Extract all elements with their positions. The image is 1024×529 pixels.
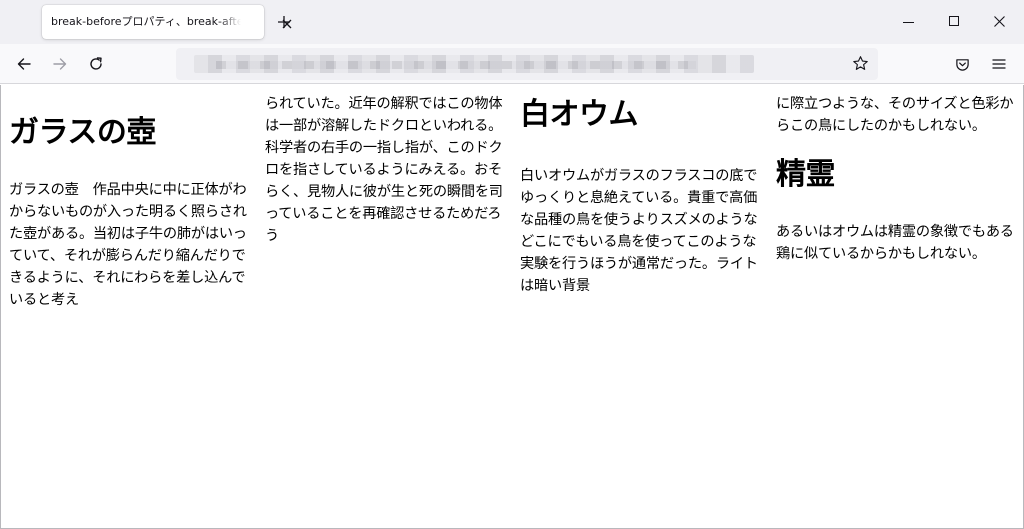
paragraph-white-cockatoo-continued: に際立つような、そのサイズと色彩からこの鳥にしたのかもしれない。	[776, 96, 1014, 134]
column-2: られていた。近年の解釈ではこの物体は一部が溶解したドクロといわれる。科学者の右手…	[265, 85, 510, 247]
star-icon[interactable]	[852, 55, 869, 72]
page-content: ガラスの壺 ガラスの壺 作品中央に中に正体がわからないものが入った明るく照らされ…	[0, 85, 1024, 529]
paragraph-glass-jar-continued: られていた。近年の解釈ではこの物体は一部が溶解したドクロといわれる。科学者の右手…	[265, 96, 503, 244]
pocket-icon[interactable]	[955, 57, 970, 72]
reload-icon[interactable]	[88, 56, 104, 72]
window-close-icon[interactable]	[994, 16, 1005, 27]
arrow-left-icon[interactable]	[16, 56, 32, 72]
plus-icon[interactable]	[276, 14, 292, 30]
column-3: 白オウム 白いオウムがガラスのフラスコの底でゆっくりと息絶えている。貴重で高価な…	[520, 85, 765, 297]
url-text-blurred-detail	[216, 61, 696, 69]
heading-glass-jar: ガラスの壺	[9, 115, 156, 150]
browser-tab[interactable]: break-beforeプロパティ、break-afterプロパティ	[42, 5, 292, 39]
paragraph-spirit: あるいはオウムは精霊の象徴でもある鶏に似ているからかもしれない。	[776, 224, 1014, 262]
maximize-icon[interactable]	[949, 16, 959, 26]
column-4: に際立つような、そのサイズと色彩からこの鳥にしたのかもしれない。 精霊 あるいは…	[776, 85, 1021, 265]
arrow-right-icon[interactable]	[52, 56, 68, 72]
paragraph-white-cockatoo: 白いオウムがガラスのフラスコの底でゆっくりと息絶えている。貴重で高価な品種の鳥を…	[520, 168, 758, 294]
column-1: ガラスの壺 ガラスの壺 作品中央に中に正体がわからないものが入った明るく照らされ…	[9, 85, 254, 311]
heading-spirit: 精霊	[776, 157, 836, 192]
navigation-toolbar	[0, 44, 1024, 84]
paragraph-glass-jar: ガラスの壺 作品中央に中に正体がわからないものが入った明るく照らされた壺がある。…	[9, 182, 247, 308]
url-bar[interactable]	[176, 48, 878, 80]
heading-white-cockatoo: 白オウム	[520, 97, 639, 132]
hamburger-icon[interactable]	[992, 57, 1006, 71]
minimize-icon[interactable]	[903, 22, 914, 23]
title-bar: break-beforeプロパティ、break-afterプロパティ	[0, 0, 1024, 44]
tab-title: break-beforeプロパティ、break-afterプロパティ	[51, 15, 241, 28]
